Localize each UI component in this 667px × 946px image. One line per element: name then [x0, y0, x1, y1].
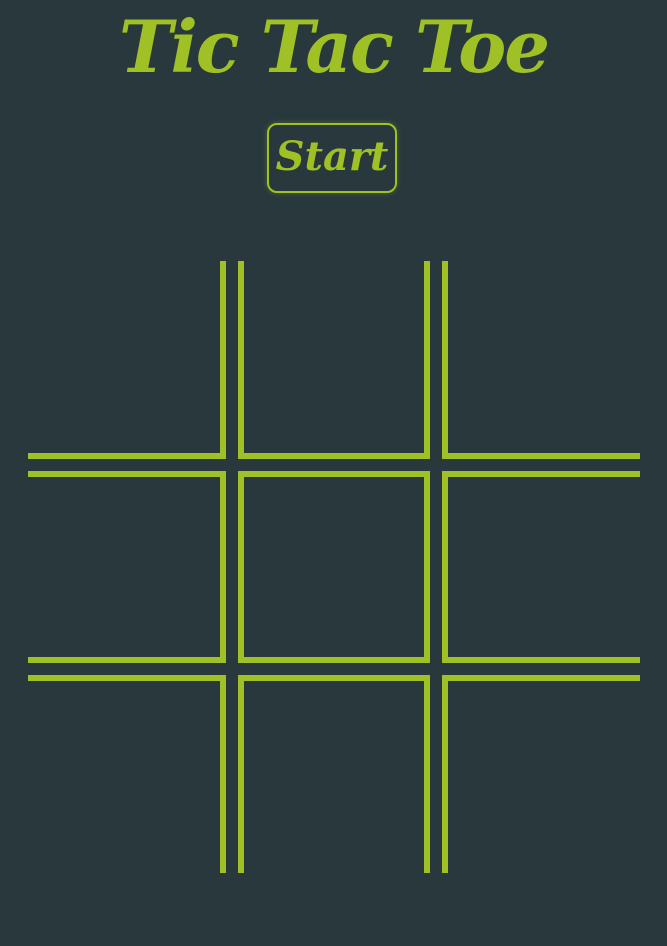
board-cell[interactable] — [28, 465, 232, 669]
board-cell[interactable] — [232, 261, 436, 465]
cell-mark — [28, 465, 232, 669]
board-cell[interactable] — [436, 261, 640, 465]
cell-mark — [232, 669, 436, 873]
cell-mark — [232, 261, 436, 465]
game-title: Tic Tac Toe — [118, 4, 550, 89]
cell-mark — [28, 261, 232, 465]
cell-mark — [436, 261, 640, 465]
board-cell[interactable] — [436, 465, 640, 669]
cell-mark — [28, 669, 232, 873]
start-button[interactable]: Start — [267, 123, 397, 193]
cell-mark — [436, 465, 640, 669]
game-board — [28, 261, 640, 873]
board-cell[interactable] — [436, 669, 640, 873]
board-cell[interactable] — [232, 669, 436, 873]
cell-mark — [232, 465, 436, 669]
cell-mark — [436, 669, 640, 873]
board-cell[interactable] — [28, 669, 232, 873]
board-cell[interactable] — [232, 465, 436, 669]
board-cell[interactable] — [28, 261, 232, 465]
